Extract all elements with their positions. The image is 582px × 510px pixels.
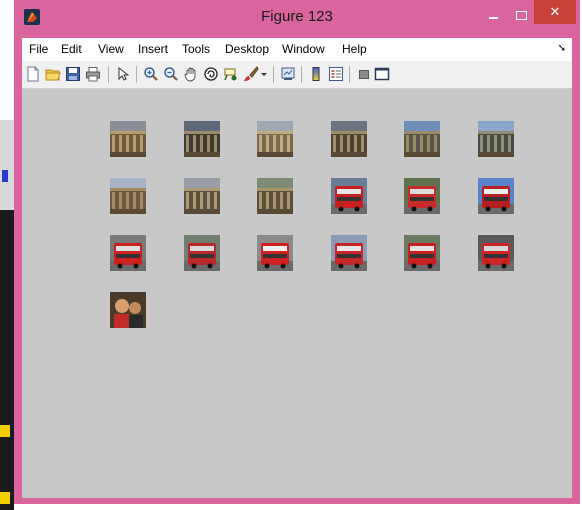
zoom-out-icon[interactable] — [163, 66, 179, 82]
title-bar[interactable]: Figure 123 ✕ — [14, 0, 580, 34]
thumbnail-colosseum — [331, 121, 367, 157]
thumbnail-colosseum — [184, 121, 220, 157]
new-figure-icon[interactable] — [25, 66, 41, 82]
menu-tools[interactable]: Tools — [182, 42, 210, 56]
thumbnail-red-bus — [478, 235, 514, 271]
thumbnail-red-bus — [331, 235, 367, 271]
data-cursor-icon[interactable] — [223, 66, 239, 82]
minimize-button[interactable] — [480, 4, 506, 26]
toolbar-separator — [136, 66, 137, 83]
menu-bar: File Edit View Insert Tools Desktop Wind… — [22, 38, 572, 61]
thumbnail-red-bus — [257, 235, 293, 271]
background-app-strip — [0, 120, 14, 510]
thumbnail-person — [110, 292, 146, 328]
thumbnail-red-bus — [478, 178, 514, 214]
figure-toolbar — [22, 61, 572, 89]
menu-file[interactable]: File — [29, 42, 48, 56]
open-file-icon[interactable] — [45, 66, 61, 82]
toolbar-separator — [273, 66, 274, 83]
show-plot-tools-icon[interactable] — [374, 66, 390, 82]
menu-insert[interactable]: Insert — [138, 42, 168, 56]
background-yellow-mark — [0, 492, 10, 504]
colorbar-icon[interactable] — [308, 66, 324, 82]
save-icon[interactable] — [65, 66, 81, 82]
thumbnail-red-bus — [331, 178, 367, 214]
menu-desktop[interactable]: Desktop — [225, 42, 269, 56]
brush-icon[interactable] — [243, 66, 259, 82]
thumbnail-red-bus — [404, 235, 440, 271]
background-blue-mark — [2, 170, 8, 182]
figure-window: Figure 123 ✕ File Edit View Insert Tools… — [14, 0, 580, 504]
thumbnail-temple — [110, 178, 146, 214]
zoom-in-icon[interactable] — [143, 66, 159, 82]
thumbnail-red-bus — [110, 235, 146, 271]
background-yellow-mark — [0, 425, 10, 437]
close-button[interactable]: ✕ — [534, 0, 576, 24]
thumbnail-colosseum — [257, 121, 293, 157]
thumbnail-colosseum — [110, 121, 146, 157]
thumbnail-temple — [184, 178, 220, 214]
menu-overflow-icon[interactable]: ➘ — [558, 43, 566, 54]
menu-edit[interactable]: Edit — [61, 42, 82, 56]
hide-plot-tools-icon[interactable] — [356, 66, 372, 82]
brush-dropdown-icon[interactable] — [260, 66, 268, 82]
menu-help[interactable]: Help — [342, 42, 367, 56]
print-icon[interactable] — [85, 66, 101, 82]
toolbar-separator — [301, 66, 302, 83]
thumbnail-ruins — [478, 121, 514, 157]
thumbnail-colosseum — [404, 121, 440, 157]
menu-window[interactable]: Window — [282, 42, 325, 56]
rotate-3d-icon[interactable] — [203, 66, 219, 82]
thumbnail-temple — [257, 178, 293, 214]
menu-view[interactable]: View — [98, 42, 124, 56]
figure-canvas[interactable] — [22, 89, 572, 498]
legend-icon[interactable] — [328, 66, 344, 82]
link-plot-icon[interactable] — [280, 66, 296, 82]
toolbar-separator — [108, 66, 109, 83]
toolbar-separator — [349, 66, 350, 83]
pan-hand-icon[interactable] — [183, 66, 199, 82]
background-dark-panel — [0, 210, 14, 510]
thumbnail-red-bus — [184, 235, 220, 271]
close-icon: ✕ — [549, 4, 561, 19]
maximize-button[interactable] — [508, 4, 534, 26]
edit-plot-arrow-icon[interactable] — [115, 66, 131, 82]
thumbnail-red-bus — [404, 178, 440, 214]
